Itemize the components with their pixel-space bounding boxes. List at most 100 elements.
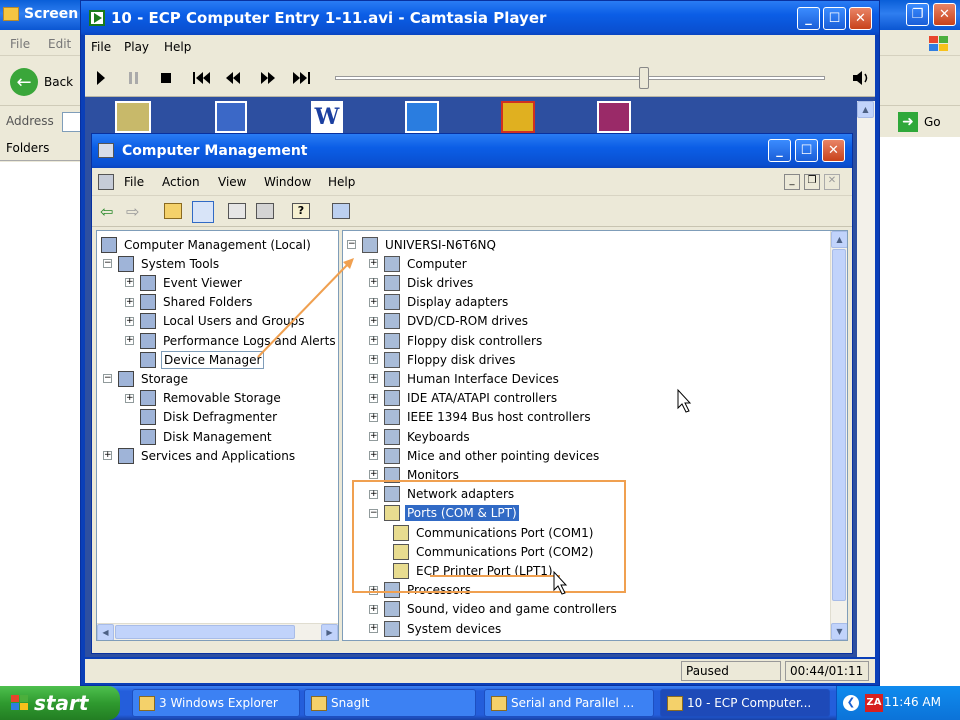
scroll-down-icon[interactable]: ▼ [831,623,847,640]
cm-menu-window[interactable]: Window [264,175,311,189]
console-tree-item[interactable]: + Event Viewer [125,273,244,292]
player-menu-file[interactable]: File [91,40,111,54]
back-icon[interactable]: ⇦ [100,202,113,221]
cm-close-button[interactable]: ✕ [822,139,845,162]
seek-thumb[interactable] [638,67,649,89]
play-icon[interactable] [97,71,105,85]
start-button[interactable]: start [0,686,120,720]
expand-icon[interactable]: + [125,336,134,345]
expand-icon[interactable]: + [125,393,134,403]
expand-icon[interactable]: + [369,297,378,307]
device-tree-item[interactable]: + Computer [369,254,469,273]
back-button-label[interactable]: Back [44,75,73,89]
help-icon[interactable]: ? [292,203,310,219]
console-tree-item[interactable]: + Services and Applications [103,446,297,465]
device-pane-vscroll[interactable]: ▲ ▼ [830,231,847,640]
expand-icon[interactable]: + [125,316,134,326]
device-tree-item[interactable]: + Keyboards [369,427,472,446]
up-folder-icon[interactable] [164,203,182,219]
console-tree-item[interactable]: + Removable Storage [125,389,283,408]
back-arrow-icon[interactable]: ← [10,68,38,96]
cm-minimize-button[interactable]: _ [768,139,791,162]
console-tree-item[interactable]: Disk Defragmenter [125,408,279,427]
expand-icon[interactable]: + [369,412,378,422]
scroll-right-icon[interactable]: ▶ [321,624,338,640]
cm-menu-help[interactable]: Help [328,175,355,189]
device-tree-item[interactable]: − UNIVERSI-N6T6NQ [347,235,498,254]
properties-icon[interactable] [228,203,246,219]
device-tree-item[interactable]: + System devices [369,619,503,638]
taskbar-button[interactable]: Serial and Parallel ... [484,689,654,717]
seek-track[interactable] [335,76,825,80]
go-arrow-icon[interactable]: ➜ [898,112,918,132]
skip-start-icon[interactable] [193,72,210,84]
tray-chevron-icon[interactable]: ❮ [843,695,859,711]
expand-icon[interactable]: + [369,393,378,403]
expand-icon[interactable]: + [369,470,378,480]
fast-forward-icon[interactable] [261,72,275,84]
collapse-icon[interactable]: − [103,374,112,384]
cm-child-minimize-button[interactable]: _ [784,174,800,190]
console-tree-item[interactable]: + Performance Logs and Alerts [125,331,338,350]
player-menu-play[interactable]: Play [124,40,149,54]
video-vscroll[interactable]: ▲ [857,101,875,657]
console-tree-item[interactable]: − System Tools [103,254,221,273]
expand-icon[interactable]: + [125,278,134,288]
console-tree-item[interactable]: Disk Management [125,427,274,446]
taskbar-button[interactable]: 10 - ECP Computer... [660,689,830,717]
device-tree-item[interactable]: + IEEE 1394 Bus host controllers [369,408,593,427]
pause-icon[interactable] [129,72,138,84]
expand-icon[interactable]: + [369,336,378,345]
skip-end-icon[interactable] [293,72,310,84]
device-tree-item[interactable]: + Sound, video and game controllers [369,600,619,619]
cm-maximize-button[interactable]: ☐ [795,139,818,162]
scan-hardware-icon[interactable] [332,203,350,219]
address-input[interactable] [62,112,82,132]
console-tree-item[interactable]: + Shared Folders [125,293,254,312]
expand-icon[interactable]: + [369,374,378,384]
cm-child-restore-button[interactable]: ❐ [804,174,820,190]
clock[interactable]: 11:46 AM [884,695,941,709]
expand-icon[interactable]: + [369,259,378,269]
expand-icon[interactable]: + [369,316,378,326]
console-tree-item[interactable]: + Local Users and Groups [125,312,307,331]
device-tree-item[interactable]: + Display adapters [369,293,510,312]
expand-icon[interactable]: + [369,451,378,461]
expand-icon[interactable]: + [103,451,112,461]
player-menu-help[interactable]: Help [164,40,191,54]
device-tree-item[interactable]: + IDE ATA/ATAPI controllers [369,389,559,408]
scroll-up-icon[interactable]: ▲ [831,231,847,248]
expand-icon[interactable]: + [369,604,378,614]
left-hscroll-thumb[interactable] [115,625,295,639]
device-vscroll-thumb[interactable] [832,249,846,601]
expand-icon[interactable]: + [369,624,378,633]
device-tree-item[interactable]: + Mice and other pointing devices [369,446,601,465]
explorer-close-button[interactable]: ✕ [933,3,956,26]
show-hide-tree-icon[interactable] [192,201,214,223]
player-minimize-button[interactable]: _ [797,7,820,30]
taskbar-button[interactable]: 3 Windows Explorer [132,689,300,717]
video-scroll-up-icon[interactable]: ▲ [857,101,874,118]
taskbar-button[interactable]: SnagIt [304,689,476,717]
player-titlebar[interactable]: 10 - ECP Computer Entry 1-11.avi - Camta… [81,1,879,35]
forward-icon[interactable]: ⇨ [126,202,139,221]
expand-icon[interactable]: + [369,432,378,441]
cm-mmc-icon[interactable] [98,174,114,190]
cm-menu-file[interactable]: File [124,175,144,189]
player-maximize-button[interactable]: ☐ [823,7,846,30]
device-tree-item[interactable]: + DVD/CD-ROM drives [369,312,530,331]
zonealarm-icon[interactable]: ZA [865,694,883,712]
device-tree-item[interactable]: + Floppy disk controllers [369,331,544,350]
expand-icon[interactable]: + [369,278,378,288]
volume-icon[interactable] [851,69,871,87]
cm-menu-action[interactable]: Action [162,175,200,189]
rewind-icon[interactable] [226,72,240,84]
left-pane-hscroll[interactable]: ◀ ▶ [97,623,338,640]
cm-titlebar[interactable]: Computer Management _ ☐ ✕ [92,134,852,168]
collapse-icon[interactable]: − [103,259,112,269]
explorer-restore-button[interactable]: ❐ [906,3,929,26]
explorer-menu-edit[interactable]: Edit [48,37,71,51]
print-icon[interactable] [256,203,274,219]
cm-child-close-button[interactable]: ✕ [824,174,840,190]
explorer-menu-file[interactable]: File [10,37,30,51]
